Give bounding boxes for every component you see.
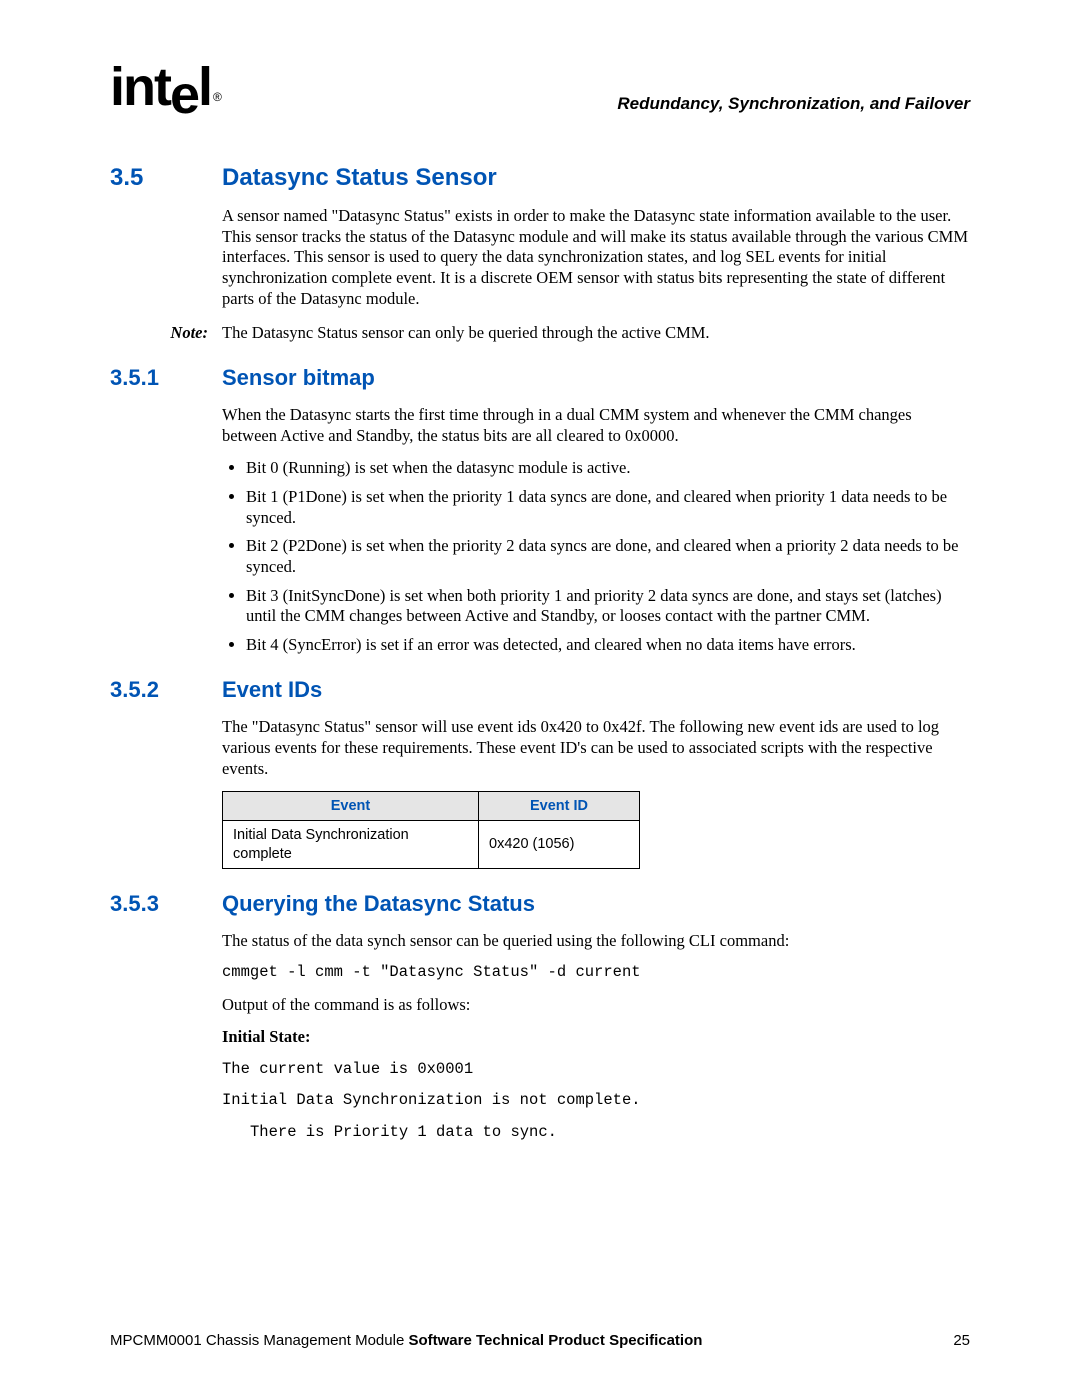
body-block: The "Datasync Status" sensor will use ev… [222, 717, 970, 868]
section-title: Datasync Status Sensor [222, 164, 497, 192]
list-item: Bit 1 (P1Done) is set when the priority … [246, 487, 970, 528]
list-item: Bit 3 (InitSyncDone) is set when both pr… [246, 586, 970, 627]
table-header-event-id: Event ID [479, 792, 640, 821]
body-block: When the Datasync starts the first time … [222, 405, 970, 655]
table-cell: 0x420 (1056) [479, 821, 640, 868]
section-number: 3.5.3 [110, 891, 222, 917]
body-block: A sensor named "Datasync Status" exists … [222, 206, 970, 309]
list-item: Bit 4 (SyncError) is set if an error was… [246, 635, 970, 656]
section-number: 3.5.1 [110, 365, 222, 391]
page: intel® Redundancy, Synchronization, and … [0, 0, 1080, 1397]
logo-text: intel [110, 57, 211, 117]
page-footer: MPCMM0001 Chassis Management Module Soft… [110, 1332, 970, 1349]
body-block: The status of the data synch sensor can … [222, 931, 970, 1142]
footer-doc-title: MPCMM0001 Chassis Management Module Soft… [110, 1332, 702, 1349]
footer-doc-bold: Software Technical Product Specification [408, 1332, 702, 1349]
table-header-event: Event [223, 792, 479, 821]
registered-mark: ® [213, 90, 220, 104]
paragraph: The status of the data synch sensor can … [222, 931, 970, 952]
paragraph: The "Datasync Status" sensor will use ev… [222, 717, 970, 779]
note-row: Note: The Datasync Status sensor can onl… [110, 323, 970, 343]
code-block: Initial Data Synchronization is not comp… [222, 1091, 970, 1110]
code-block: The current value is 0x0001 [222, 1060, 970, 1079]
section-number: 3.5 [110, 164, 222, 192]
paragraph: When the Datasync starts the first time … [222, 405, 970, 446]
footer-doc-prefix: MPCMM0001 Chassis Management Module [110, 1332, 408, 1349]
page-header: intel® Redundancy, Synchronization, and … [110, 60, 970, 114]
paragraph: A sensor named "Datasync Status" exists … [222, 206, 970, 309]
section-heading-3-5-2: 3.5.2 Event IDs [110, 677, 970, 703]
list-item: Bit 2 (P2Done) is set when the priority … [246, 536, 970, 577]
list-item: Bit 0 (Running) is set when the datasync… [246, 458, 970, 479]
table-cell: Initial Data Synchronization complete [223, 821, 479, 868]
section-number: 3.5.2 [110, 677, 222, 703]
table-row: Initial Data Synchronization complete 0x… [223, 821, 640, 868]
section-heading-3-5: 3.5 Datasync Status Sensor [110, 164, 970, 192]
state-subhead: Initial State: [222, 1027, 970, 1048]
event-id-table: Event Event ID Initial Data Synchronizat… [222, 791, 640, 868]
section-heading-3-5-3: 3.5.3 Querying the Datasync Status [110, 891, 970, 917]
section-title: Event IDs [222, 677, 322, 703]
bullet-list: Bit 0 (Running) is set when the datasync… [222, 458, 970, 655]
chapter-title: Redundancy, Synchronization, and Failove… [617, 94, 970, 114]
intel-logo: intel® [110, 60, 218, 114]
note-text: The Datasync Status sensor can only be q… [222, 323, 710, 343]
section-title: Querying the Datasync Status [222, 891, 535, 917]
paragraph: Output of the command is as follows: [222, 995, 970, 1016]
code-block: There is Priority 1 data to sync. [222, 1123, 970, 1142]
code-block: cmmget -l cmm -t "Datasync Status" -d cu… [222, 963, 970, 982]
note-label: Note: [110, 323, 222, 343]
page-number: 25 [953, 1332, 970, 1349]
section-title: Sensor bitmap [222, 365, 375, 391]
section-heading-3-5-1: 3.5.1 Sensor bitmap [110, 365, 970, 391]
